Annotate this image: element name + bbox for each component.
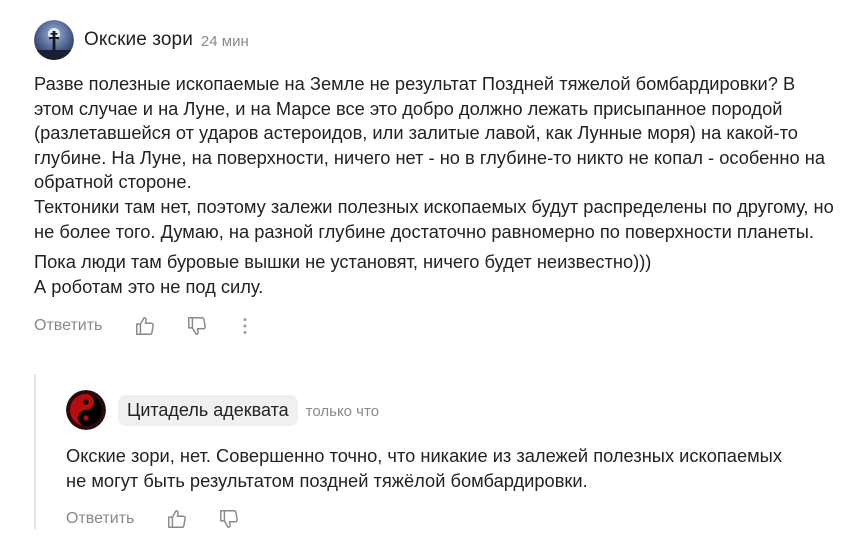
comment: Окские зори 24 мин Разве полезные ископа… — [34, 20, 834, 338]
more-vertical-icon[interactable] — [234, 315, 256, 337]
reply-actions: Ответить — [66, 507, 806, 531]
comment-text: Разве полезные ископаемые на Земле не ре… — [34, 72, 834, 299]
thumbs-down-icon[interactable] — [218, 508, 240, 530]
avatar[interactable] — [34, 20, 74, 60]
reply-comment: Цитадель адеквата только что Окские зори… — [66, 390, 806, 531]
reply-author-name[interactable]: Цитадель адеквата — [118, 394, 298, 426]
avatar[interactable] — [66, 390, 106, 430]
timestamp: 24 мин — [200, 32, 249, 50]
reply-text: Окские зори, нет. Совершенно точно, что … — [66, 445, 782, 491]
author-name[interactable]: Окские зори — [84, 29, 193, 51]
comment-actions: Ответить — [34, 314, 834, 338]
comment-paragraph-2: Пока люди там буровые вышки не установят… — [34, 251, 652, 297]
comment-header: Окские зори 24 мин — [34, 20, 834, 60]
thumbs-up-icon[interactable] — [166, 508, 188, 530]
reply-thread: Цитадель адеквата только что Окские зори… — [34, 374, 816, 529]
reply-button[interactable]: Ответить — [34, 317, 102, 335]
reply-timestamp: только что — [305, 402, 380, 420]
reply-button[interactable]: Ответить — [66, 510, 134, 528]
thumbs-down-icon[interactable] — [186, 315, 208, 337]
thumbs-up-icon[interactable] — [134, 315, 156, 337]
reply-header: Цитадель адеквата только что — [66, 390, 806, 430]
comment-paragraph-1: Разве полезные ископаемые на Земле не ре… — [34, 73, 834, 242]
